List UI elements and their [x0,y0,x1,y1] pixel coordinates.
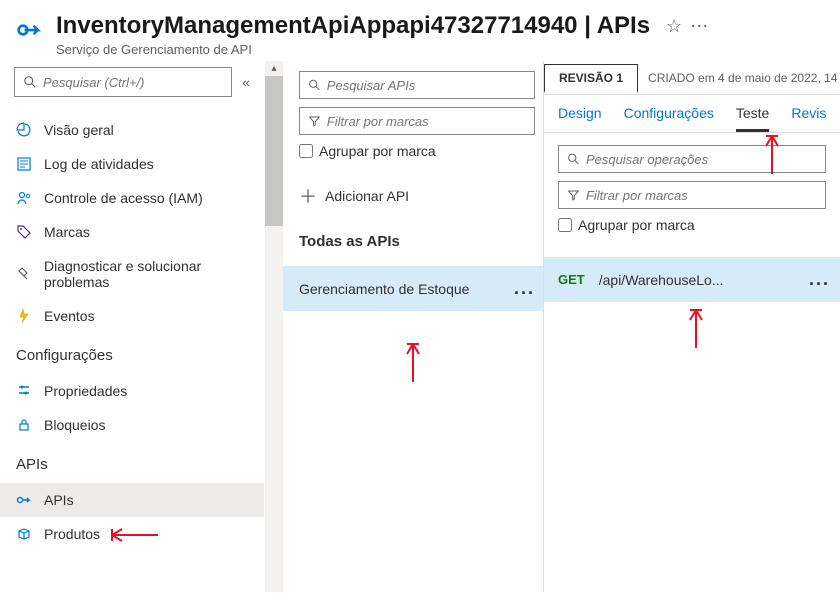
sidebar-section-apis: APIs [0,446,264,479]
properties-icon [16,383,32,399]
sidebar-item-label: Diagnosticar e solucionar problemas [44,258,248,290]
ops-filter-input[interactable] [586,188,817,203]
sidebar-item-label: Produtos [44,526,100,542]
api-list-item-selected[interactable]: Gerenciamento de Estoque ... [283,266,543,311]
search-icon [23,75,37,89]
filter-icon [567,188,580,202]
filter-icon [308,114,321,128]
diagnose-icon [16,266,32,282]
add-api-button[interactable]: ＋ Adicionar API [299,183,535,209]
revision-badge[interactable]: REVISÃO 1 [544,64,638,93]
sidebar-item-activity-log[interactable]: Log de atividades [0,147,264,181]
sidebar-search[interactable] [14,67,232,97]
plus-icon: ＋ [299,183,317,209]
sidebar-item-label: Controle de acesso (IAM) [44,190,203,206]
activity-log-icon [16,156,32,172]
sidebar-item-label: Marcas [44,224,90,240]
sidebar-item-products[interactable]: Produtos [0,517,264,551]
group-by-tag[interactable]: Agrupar por marca [299,143,535,159]
operation-method: GET [558,272,585,287]
sidebar-item-label: Bloqueios [44,417,106,433]
search-icon [308,78,321,92]
sidebar-item-diagnose[interactable]: Diagnosticar e solucionar problemas [0,249,264,299]
ops-search-input[interactable] [586,152,817,167]
sidebar-item-locks[interactable]: Bloqueios [0,408,264,442]
all-apis-heading: Todas as APIs [299,233,535,250]
api-name: Gerenciamento de Estoque [299,281,469,297]
tab-design[interactable]: Design [558,105,602,132]
sidebar-item-events[interactable]: Eventos [0,299,264,333]
ops-group-by-tag[interactable]: Agrupar por marca [558,217,826,233]
api-filter[interactable] [299,107,535,135]
ops-search[interactable] [558,145,826,173]
scrollbar-thumb[interactable] [265,76,283,226]
api-search[interactable] [299,71,535,99]
api-filter-input[interactable] [327,114,526,129]
api-detail-panel: REVISÃO 1 CRIADO em 4 de maio de 2022, 1… [543,61,840,592]
overview-icon [16,122,32,138]
page-header: InventoryManagementApiAppapi47327714940 … [0,0,840,61]
sidebar-section-settings: Configurações [0,337,264,370]
operations-panel: Agrupar por marca GET /api/WarehouseLo..… [544,133,840,314]
sidebar-item-label: Visão geral [44,122,114,138]
more-menu-icon[interactable]: ⋯ [690,16,708,37]
sidebar-item-tags[interactable]: Marcas [0,215,264,249]
api-search-input[interactable] [327,78,526,93]
sidebar-scrollbar[interactable]: ▴ [265,61,283,592]
add-api-label: Adicionar API [325,188,409,204]
sidebar-item-apis[interactable]: APIs [0,483,264,517]
scroll-up-arrow-icon[interactable]: ▴ [271,61,276,76]
sidebar-item-iam[interactable]: Controle de acesso (IAM) [0,181,264,215]
ops-group-by-tag-label: Agrupar por marca [578,217,695,233]
operation-row[interactable]: GET /api/WarehouseLo... ... [544,257,840,302]
revision-bar: REVISÃO 1 CRIADO em 4 de maio de 2022, 1… [544,61,840,95]
tags-icon [16,224,32,240]
page-subtitle: Serviço de Gerenciamento de API [56,42,824,57]
ops-filter[interactable] [558,181,826,209]
search-icon [567,152,580,166]
sidebar-item-label: APIs [44,492,74,508]
apis-icon [16,492,32,508]
events-icon [16,308,32,324]
favorite-star-icon[interactable]: ☆ [666,16,682,37]
group-by-tag-label: Agrupar por marca [319,143,436,159]
revision-created-text: CRIADO em 4 de maio de 2022, 14 [638,71,837,85]
operation-path: /api/WarehouseLo... [599,272,795,288]
ops-group-by-tag-checkbox[interactable] [558,218,572,232]
sidebar-item-overview[interactable]: Visão geral [0,113,264,147]
iam-icon [16,190,32,206]
sidebar-item-label: Eventos [44,308,95,324]
sidebar-item-label: Log de atividades [44,156,154,172]
operation-more-icon[interactable]: ... [809,269,830,290]
lock-icon [16,417,32,433]
tab-settings[interactable]: Configurações [624,105,714,132]
api-item-more-icon[interactable]: ... [514,278,535,299]
detail-tabs: Design Configurações Teste Revis [544,95,840,133]
products-icon [16,526,32,542]
group-by-tag-checkbox[interactable] [299,144,313,158]
collapse-sidebar-icon[interactable]: « [242,74,250,90]
sidebar-item-properties[interactable]: Propriedades [0,374,264,408]
apim-service-icon [16,16,44,44]
api-list-panel: Agrupar por marca ＋ Adicionar API Todas … [283,61,543,592]
tab-test[interactable]: Teste [736,105,769,132]
sidebar-item-label: Propriedades [44,383,127,399]
sidebar: « Visão geral Log de atividades Controle… [0,61,265,592]
sidebar-search-input[interactable] [43,75,223,90]
tab-revisions[interactable]: Revis [791,105,826,132]
page-title: InventoryManagementApiAppapi47327714940 … [56,12,650,40]
